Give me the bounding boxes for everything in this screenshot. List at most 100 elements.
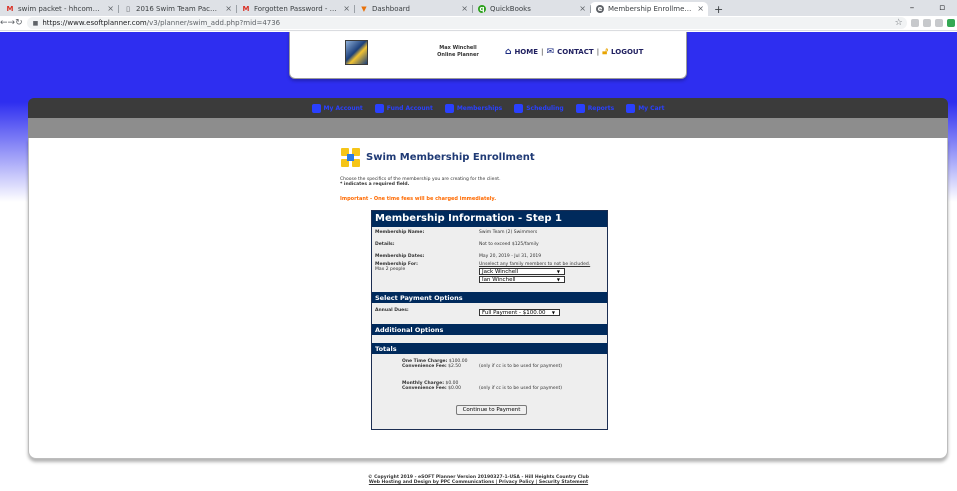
payment-options-header: Select Payment Options [372,292,607,303]
account-icon [311,103,321,113]
browser-tab-active[interactable]: e Membership Enrollment - eSoft × [590,2,708,16]
sub-nav-bar [28,118,948,138]
nav-my-account[interactable]: My Account [311,103,363,113]
reload-icon[interactable]: ↻ [15,18,23,28]
page: Max Winchell Online Planner ⌂ HOME | ✉ C… [0,32,957,491]
dates-row: Membership Dates: May 20, 2019 - Jul 31,… [375,254,542,259]
minimize-icon[interactable]: – [897,3,927,13]
member-select-1[interactable]: Jack Winchell ▼ [479,268,565,275]
contact-link[interactable]: CONTACT [557,48,594,56]
important-note: Important - One time fees will be charge… [340,196,497,202]
user-name: Max Winchell [439,45,477,51]
gmail-icon: M [242,5,250,13]
annual-dues-select[interactable]: Full Payment - $100.00 ▼ [479,309,560,316]
membership-name-row: Membership Name: Swim Team (2) Swimmers [375,230,538,235]
browser-tab[interactable]: ▼ Dashboard × [354,2,472,16]
tab-title: swim packet - hhcomoney@gmai [18,5,102,13]
continue-to-payment-button[interactable]: Continue to Payment [456,405,527,415]
lock-icon: ■ [32,19,39,27]
close-tab-icon[interactable]: × [461,4,468,13]
window-controls: – ▫ [897,0,957,16]
membership-for-row: Membership For: Max 2 people Unselect an… [375,262,591,283]
tab-title: Forgotten Password - Hill Height [254,5,338,13]
extension-icon[interactable] [922,19,931,27]
url-field[interactable]: ■ https://www.esoftplanner.com/v3/planne… [26,17,907,29]
footer-links[interactable]: Web Hosting and Design by PPC Communicat… [0,480,957,485]
browser-tab[interactable]: ▯ 2016 Swim Team Packet × [118,2,236,16]
convenience-fee-2-note: (only if cc is to be used for payment) [479,386,563,391]
extensions [910,19,957,27]
step-header: Membership Information - Step 1 [372,211,607,227]
nav-fund-account[interactable]: Fund Account [374,103,433,113]
close-tab-icon[interactable]: × [697,4,704,13]
annual-dues-row: Annual Dues: Full Payment - $100.00 ▼ [372,303,607,324]
url-path: /v3/planner/swim_add.php?mid=4736 [146,19,281,27]
nav-my-cart[interactable]: My Cart [626,103,664,113]
dropdown-arrow-icon: ▼ [556,277,560,282]
member-select-2[interactable]: Ian Winchell ▼ [479,276,565,283]
totals-header: Totals [372,343,607,354]
nav-memberships[interactable]: Memberships [444,103,502,113]
maximize-icon[interactable]: ▫ [927,3,957,13]
forward-icon[interactable]: → [8,18,16,28]
close-tab-icon[interactable]: × [579,4,586,13]
page-title-block: Swim Membership Enrollment [341,148,535,167]
browser-tab[interactable]: M Forgotten Password - Hill Height × [236,2,354,16]
fund-icon [374,103,384,113]
logout-link[interactable]: LOGOUT [611,48,643,56]
nav-scheduling[interactable]: Scheduling [514,103,564,113]
convenience-fee-1-note: (only if cc is to be used for payment) [479,364,563,369]
browser-tab-strip: M swim packet - hhcomoney@gmai × ▯ 2016 … [0,0,957,16]
dropdown-arrow-icon: ▼ [556,269,560,274]
home-link[interactable]: HOME [514,48,538,56]
main-nav-bar: My Account Fund Account Memberships Sche… [28,98,948,118]
browser-tab[interactable]: q QuickBooks × [472,2,590,16]
check-extension-icon[interactable] [946,19,955,27]
convenience-fee-2: Convenience Fee: $0.00 [402,386,461,391]
browser-tab[interactable]: M swim packet - hhcomoney@gmai × [0,2,118,16]
esoft-icon: e [596,5,604,13]
address-bar-row: ← → ↻ ■ https://www.esoftplanner.com/v3/… [0,16,957,31]
membership-icon [341,148,360,167]
extension-icon[interactable] [910,19,919,27]
quickbooks-icon: q [478,5,486,13]
intro-text: Choose the specifics of the membership y… [340,177,501,187]
header-box: Max Winchell Online Planner ⌂ HOME | ✉ C… [289,32,687,79]
url-host: https://www.esoftplanner.com [42,19,147,27]
tab-title: Dashboard [372,5,410,13]
page-title: Swim Membership Enrollment [366,152,535,163]
extension-icon[interactable] [934,19,943,27]
dropdown-arrow-icon: ▼ [551,310,555,315]
header-links: ⌂ HOME | ✉ CONTACT | 🔓︎ LOGOUT [505,47,644,57]
additional-options-body [372,335,607,343]
details-row: Details: Not to exceed $125/family [375,242,539,247]
lock-icon: 🔓︎ [602,47,609,57]
docs-icon: ▯ [126,5,130,13]
back-icon[interactable]: ← [0,18,8,28]
tab-title: QuickBooks [490,5,531,13]
new-tab-button[interactable]: + [708,2,729,16]
additional-options-header: Additional Options [372,324,607,335]
footer: © Copyright 2019 - eSOFT Planner Version… [0,475,957,485]
calendar-icon [514,103,524,113]
nav-reports[interactable]: Reports [575,103,614,113]
cart-icon [626,103,636,113]
memberships-icon [444,103,454,113]
user-info: Max Winchell Online Planner [418,45,498,59]
club-logo [345,40,368,65]
fox-icon: ▼ [361,5,367,13]
membership-form: Membership Information - Step 1 Membersh… [371,210,608,430]
reports-icon [575,103,585,113]
convenience-fee-1: Convenience Fee: $2.50 [402,364,461,369]
gmail-icon: M [6,5,14,13]
bookmark-star-icon[interactable]: ☆ [895,18,903,28]
close-tab-icon[interactable]: × [343,4,350,13]
tab-title: 2016 Swim Team Packet [136,5,220,13]
close-tab-icon[interactable]: × [225,4,232,13]
home-icon: ⌂ [505,47,512,57]
close-tab-icon[interactable]: × [107,4,114,13]
user-role: Online Planner [437,52,479,58]
tab-title: Membership Enrollment - eSoft [608,5,692,13]
content-panel: Swim Membership Enrollment Choose the sp… [28,138,948,459]
mail-icon: ✉ [546,47,555,57]
